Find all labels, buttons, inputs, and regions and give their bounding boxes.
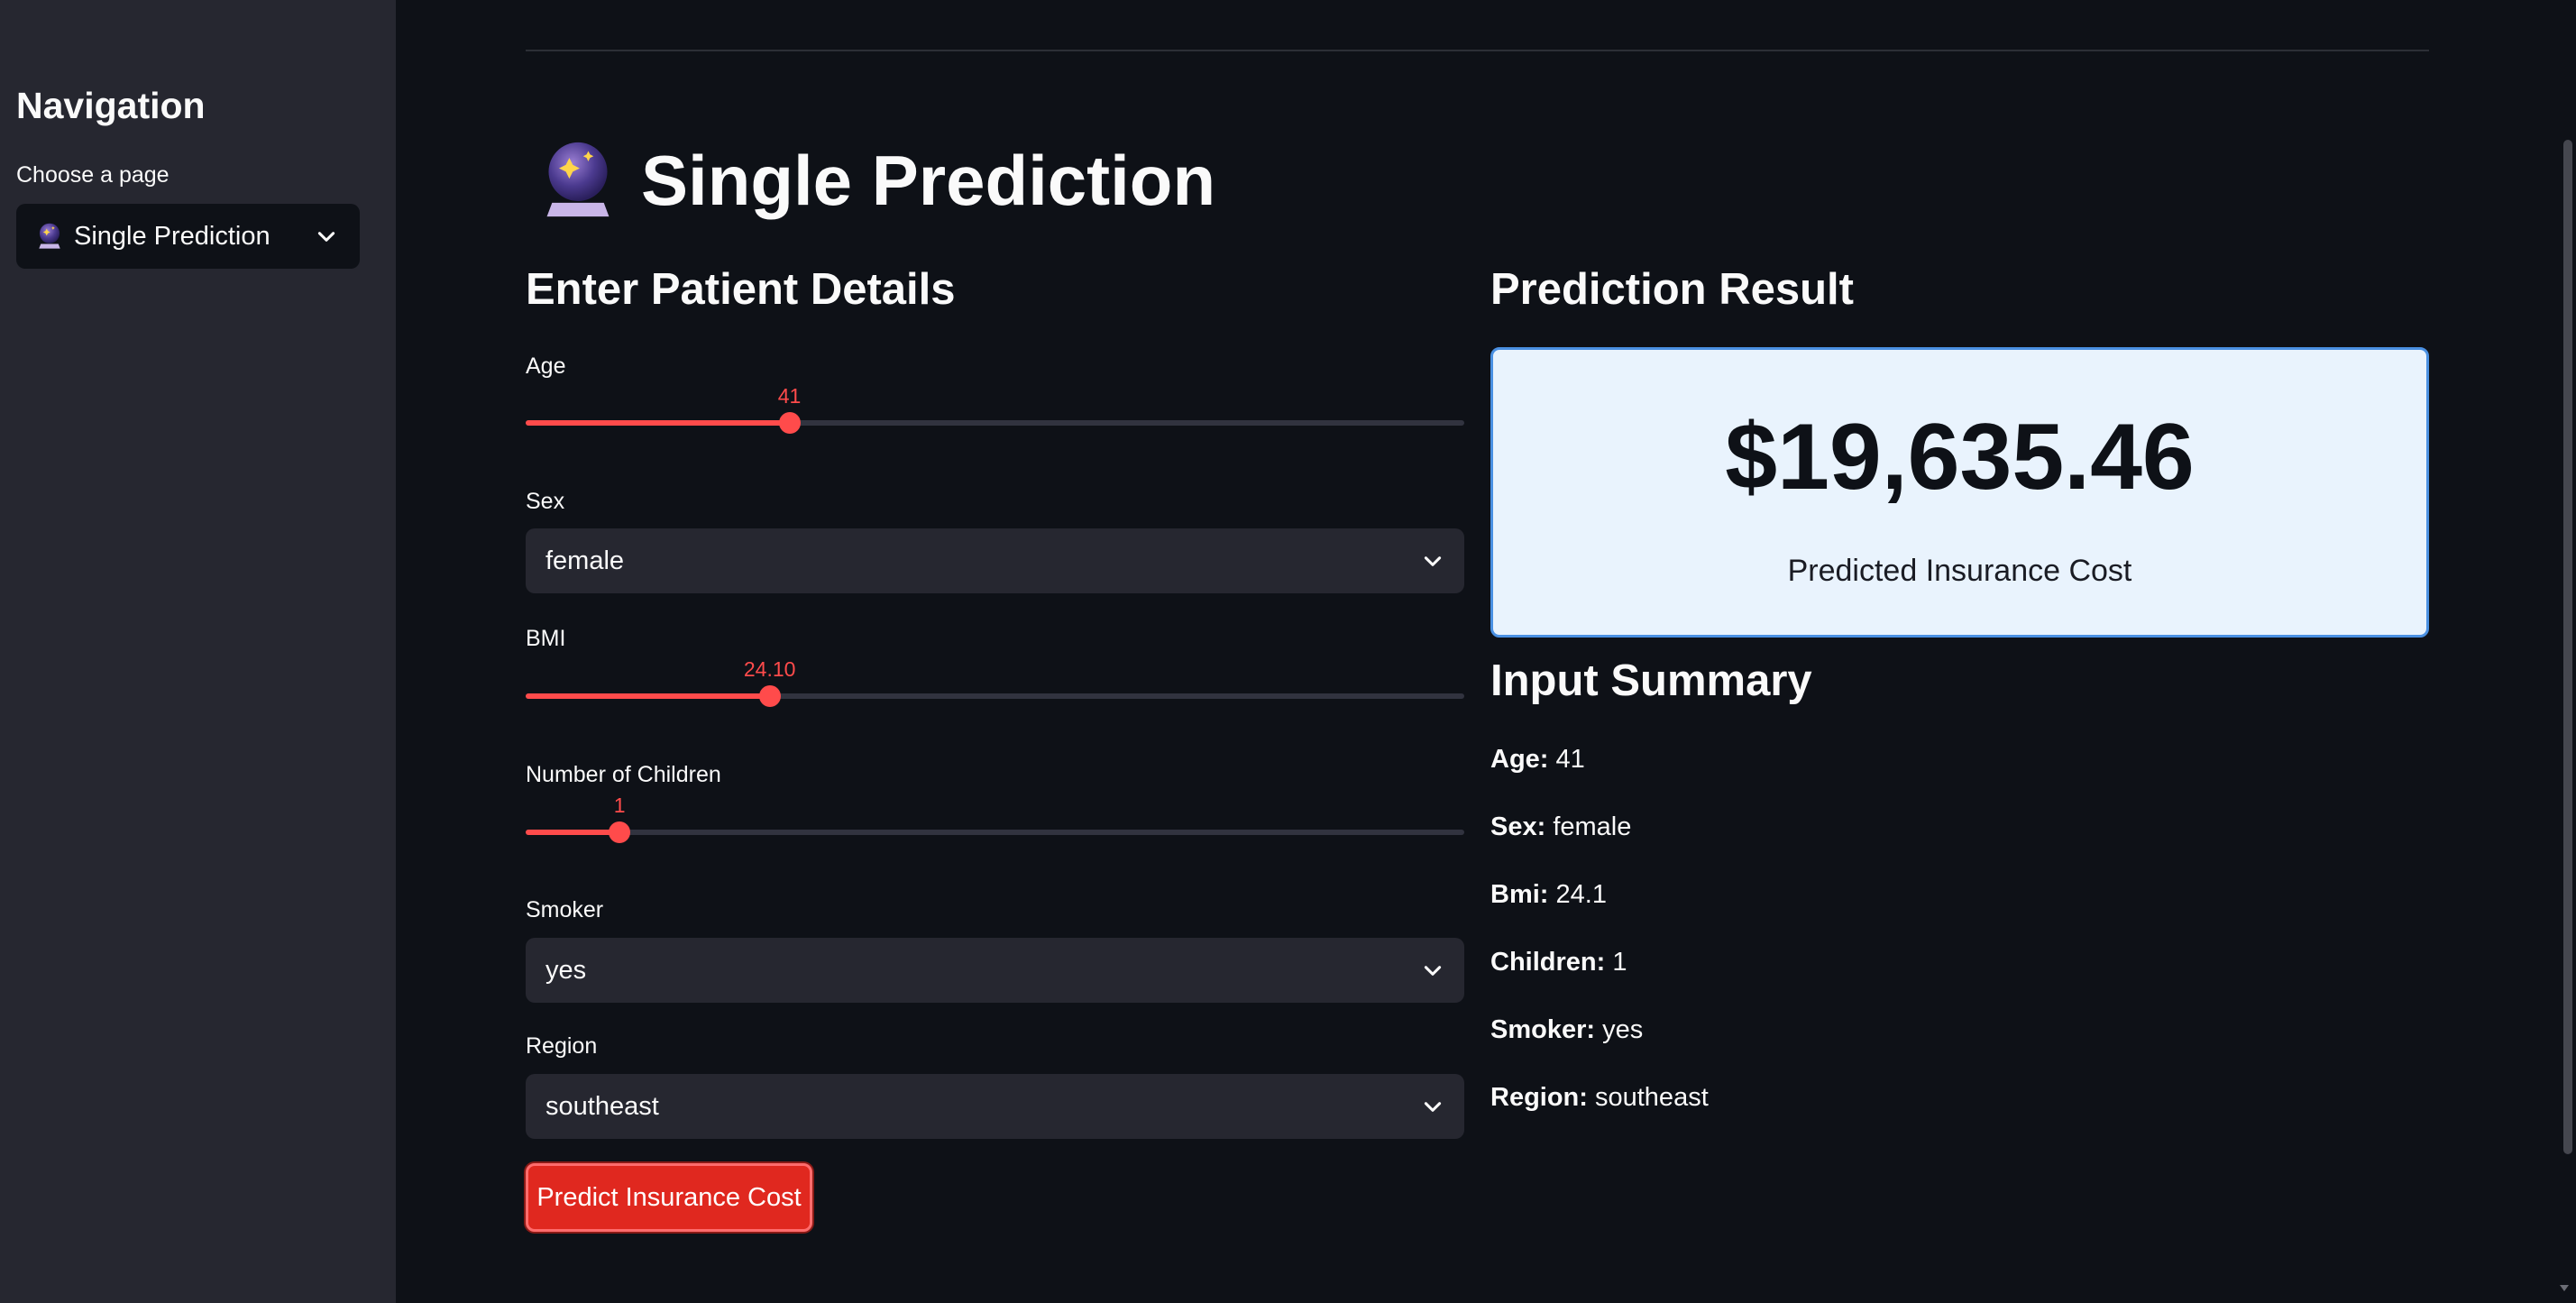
- smoker-label: Smoker: [526, 897, 604, 922]
- sidebar-title: Navigation: [16, 85, 206, 126]
- summary-value: 1: [1605, 948, 1627, 977]
- crystal-ball-icon: [546, 142, 610, 217]
- region-select-value: southeast: [545, 1091, 659, 1121]
- region-select[interactable]: southeast: [526, 1074, 1464, 1139]
- children-slider[interactable]: 1: [526, 794, 1464, 848]
- summary-bmi: Bmi: 24.1: [1490, 880, 1607, 910]
- scroll-down-arrow-icon[interactable]: [2558, 1281, 2571, 1294]
- summary-key: Region:: [1490, 1083, 1588, 1112]
- chevron-down-icon: [317, 232, 335, 242]
- region-label: Region: [526, 1033, 598, 1059]
- smoker-select[interactable]: yes: [526, 938, 1464, 1003]
- summary-sex: Sex: female: [1490, 812, 1631, 842]
- summary-smoker: Smoker: yes: [1490, 1015, 1643, 1045]
- age-slider[interactable]: 41: [526, 384, 1464, 438]
- smoker-select-value: yes: [545, 955, 587, 985]
- sex-select[interactable]: female: [526, 528, 1464, 593]
- summary-key: Sex:: [1490, 812, 1546, 841]
- summary-region: Region: southeast: [1490, 1083, 1709, 1113]
- bmi-value: 24.10: [743, 657, 796, 681]
- summary-value: female: [1545, 812, 1632, 841]
- sex-select-value: female: [545, 546, 625, 575]
- page-select-label: Choose a page: [16, 162, 170, 188]
- slider-fill: [526, 693, 770, 699]
- form-header: Enter Patient Details: [526, 265, 956, 314]
- divider: [526, 50, 2429, 51]
- predicted-cost-caption: Predicted Insurance Cost: [1787, 554, 2132, 588]
- summary-value: 41: [1548, 745, 1585, 774]
- bmi-label: BMI: [526, 626, 566, 651]
- page-select-value: Single Prediction: [74, 221, 270, 251]
- crystal-ball-icon: [39, 223, 60, 249]
- age-label: Age: [526, 353, 566, 379]
- summary-header: Input Summary: [1490, 656, 1812, 705]
- summary-age: Age: 41: [1490, 745, 1585, 775]
- result-header: Prediction Result: [1490, 265, 1854, 314]
- scrollbar[interactable]: [2563, 140, 2572, 1154]
- summary-value: yes: [1595, 1015, 1644, 1044]
- chevron-down-icon: [1424, 556, 1442, 566]
- predicted-cost-value: $19,635.46: [1725, 405, 2195, 509]
- summary-key: Children:: [1490, 948, 1606, 977]
- page-title: Single Prediction: [542, 135, 1215, 225]
- slider-fill: [526, 420, 790, 426]
- summary-children: Children: 1: [1490, 948, 1627, 977]
- sex-label: Sex: [526, 489, 565, 514]
- slider-thumb[interactable]: [609, 821, 631, 843]
- predict-button[interactable]: Predict Insurance Cost: [526, 1163, 812, 1232]
- children-value: 1: [613, 794, 626, 817]
- prediction-result-card: $19,635.46 Predicted Insurance Cost: [1490, 347, 2429, 638]
- sidebar: Navigation Choose a page Single Predicti…: [0, 0, 396, 1303]
- page-select[interactable]: Single Prediction: [16, 204, 360, 269]
- page-title-text: Single Prediction: [641, 140, 1216, 220]
- slider-fill: [526, 830, 620, 835]
- age-value: 41: [777, 384, 802, 408]
- summary-key: Age:: [1490, 745, 1549, 774]
- summary-key: Smoker:: [1490, 1015, 1596, 1044]
- bmi-slider[interactable]: 24.10: [526, 657, 1464, 711]
- summary-value: southeast: [1587, 1083, 1709, 1112]
- slider-thumb[interactable]: [778, 412, 801, 434]
- summary-value: 24.1: [1548, 880, 1607, 909]
- slider-track: [526, 830, 1464, 835]
- summary-key: Bmi:: [1490, 880, 1549, 909]
- chevron-down-icon: [1424, 966, 1442, 976]
- children-label: Number of Children: [526, 762, 721, 787]
- app: Navigation Choose a page Single Predicti…: [0, 0, 2576, 1303]
- chevron-down-icon: [1424, 1102, 1442, 1112]
- main-content: Single Prediction Enter Patient Details …: [396, 0, 2576, 1303]
- slider-thumb[interactable]: [758, 685, 781, 707]
